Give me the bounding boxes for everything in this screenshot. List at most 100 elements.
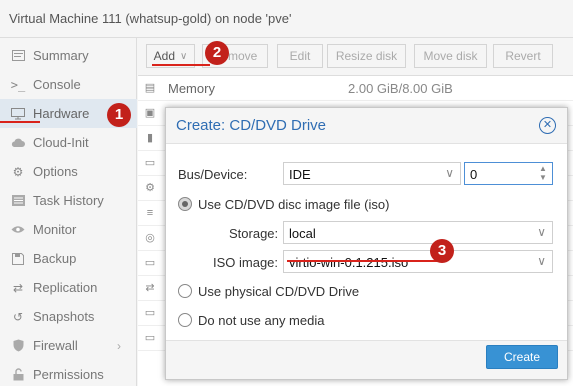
row-value: 2.00 GiB/8.00 GiB <box>348 81 453 96</box>
hardware-toolbar: Add ∨ Remove Edit Resize disk Move disk … <box>138 38 573 76</box>
shield-icon <box>11 339 25 352</box>
chevron-right-icon: › <box>117 338 121 353</box>
iso-value: virtio-win-0.1.215.iso <box>289 255 409 270</box>
annotation-underline <box>152 64 210 66</box>
unlock-icon <box>11 368 25 381</box>
retweet-icon: ⇄ <box>12 280 24 295</box>
machine-icon: ⚙ <box>145 182 155 194</box>
bus-device-label: Bus/Device: <box>178 167 248 182</box>
close-icon[interactable]: ✕ <box>539 117 556 134</box>
display-icon: ▭ <box>144 157 156 169</box>
annotation-underline <box>0 121 40 123</box>
eye-icon <box>11 225 25 234</box>
sidebar-item-label: Monitor <box>33 222 77 237</box>
sidebar-item-label: Cloud-Init <box>33 135 89 150</box>
resize-disk-button-label: Resize disk <box>335 49 398 63</box>
radio-button[interactable] <box>178 197 192 211</box>
revert-button-label: Revert <box>505 49 541 63</box>
summary-icon <box>11 50 25 61</box>
sidebar-item-monitor[interactable]: Monitor <box>0 215 137 244</box>
radio-label: Do not use any media <box>198 312 325 328</box>
annotation-badge-2: 2 <box>205 41 229 65</box>
sidebar-item-label: Replication <box>33 280 98 295</box>
resize-disk-button[interactable]: Resize disk <box>327 44 406 68</box>
hdd-icon: ▭ <box>144 332 156 344</box>
chevron-down-icon: ∨ <box>537 225 546 239</box>
cpu-icon: ▣ <box>144 107 156 119</box>
sidebar-item-snapshots[interactable]: ↺ Snapshots <box>0 302 137 331</box>
sidebar-item-label: Firewall <box>33 338 78 353</box>
add-button-label: Add <box>153 49 176 63</box>
dialog-body: Bus/Device: IDE ∨ 0 ▲ ▼ Use CD/DVD disc i… <box>166 145 567 341</box>
window-titlebar: Virtual Machine 111 (whatsup-gold) on no… <box>0 0 573 38</box>
list-icon <box>11 195 25 206</box>
memory-icon: ▤ <box>144 82 156 94</box>
radio-button[interactable] <box>178 284 192 298</box>
network-icon: ⇄ <box>145 282 155 294</box>
create-button-label: Create <box>503 350 541 364</box>
terminal-icon: >_ <box>10 77 26 92</box>
annotation-badge-1: 1 <box>107 103 131 127</box>
sidebar-item-console[interactable]: >_ Console <box>0 70 137 99</box>
iso-image-label: ISO image: <box>213 255 279 270</box>
annotation-badge-3: 3 <box>430 239 454 263</box>
move-disk-button-label: Move disk <box>423 49 478 63</box>
device-value: 0 <box>470 167 478 182</box>
radio-use-iso[interactable]: Use CD/DVD disc image file (iso) <box>178 195 389 213</box>
storage-label: Storage: <box>229 226 279 241</box>
sidebar-item-label: Snapshots <box>33 309 95 324</box>
edit-button-label: Edit <box>289 49 311 63</box>
sidebar-item-backup[interactable]: Backup <box>0 244 137 273</box>
sidebar-item-options[interactable]: ⚙ Options <box>0 157 137 186</box>
table-row[interactable]: ▤ Memory 2.00 GiB/8.00 GiB <box>138 76 573 101</box>
cdrom-icon: ◎ <box>145 232 155 244</box>
create-cdrom-dialog: Create: CD/DVD Drive ✕ Bus/Device: IDE ∨… <box>165 107 568 380</box>
sidebar-item-firewall[interactable]: Firewall › <box>0 331 137 360</box>
gear-icon: ⚙ <box>12 164 24 179</box>
storage-value: local <box>289 226 316 241</box>
window-title: Virtual Machine 111 (whatsup-gold) on no… <box>9 11 292 26</box>
spinner-arrows-icon[interactable]: ▲ ▼ <box>538 164 548 183</box>
scsi-icon: ≡ <box>146 207 154 219</box>
floppy-icon <box>11 252 25 265</box>
chevron-down-icon: ∨ <box>537 254 546 268</box>
bios-icon: ▮ <box>146 132 154 144</box>
radio-use-physical[interactable]: Use physical CD/DVD Drive <box>178 282 359 300</box>
history-icon: ↺ <box>12 309 24 324</box>
hdd-icon: ▭ <box>144 257 156 269</box>
sidebar-item-label: Console <box>33 77 81 92</box>
edit-button[interactable]: Edit <box>277 44 323 68</box>
sidebar-item-label: Hardware <box>33 106 90 121</box>
sidebar-item-task-history[interactable]: Task History <box>0 186 137 215</box>
hdd-icon: ▭ <box>144 307 156 319</box>
move-disk-button[interactable]: Move disk <box>414 44 487 68</box>
radio-button[interactable] <box>178 313 192 327</box>
device-number-field[interactable]: 0 ▲ ▼ <box>464 162 553 185</box>
sidebar-item-label: Summary <box>33 48 89 63</box>
dialog-header: Create: CD/DVD Drive ✕ <box>166 108 567 144</box>
sidebar-item-cloud-init[interactable]: Cloud-Init <box>0 128 137 157</box>
monitor-icon <box>11 107 25 120</box>
annotation-underline <box>287 260 437 262</box>
sidebar-item-label: Permissions <box>33 367 104 382</box>
radio-label: Use CD/DVD disc image file (iso) <box>198 196 390 212</box>
sidebar-item-summary[interactable]: Summary <box>0 41 137 70</box>
sidebar-item-label: Options <box>33 164 78 179</box>
sidebar-item-label: Task History <box>33 193 104 208</box>
chevron-down-icon: ∨ <box>180 50 188 62</box>
revert-button[interactable]: Revert <box>493 44 553 68</box>
sidebar-nav: Summary >_ Console Hardware Cloud-Init ⚙… <box>0 38 137 386</box>
bus-value: IDE <box>289 167 311 182</box>
radio-label: Use physical CD/DVD Drive <box>198 283 360 299</box>
create-button[interactable]: Create <box>486 345 558 369</box>
cloud-icon <box>11 138 25 148</box>
storage-select[interactable]: local ∨ <box>283 221 553 244</box>
sidebar-item-label: Backup <box>33 251 77 266</box>
bus-select[interactable]: IDE ∨ <box>283 162 461 185</box>
sidebar-item-permissions[interactable]: Permissions <box>0 360 137 386</box>
dialog-title: Create: CD/DVD Drive <box>176 117 327 134</box>
row-name: Memory <box>168 81 215 96</box>
sidebar-item-replication[interactable]: ⇄ Replication <box>0 273 137 302</box>
chevron-down-icon: ∨ <box>445 166 454 180</box>
radio-no-media[interactable]: Do not use any media <box>178 311 324 329</box>
